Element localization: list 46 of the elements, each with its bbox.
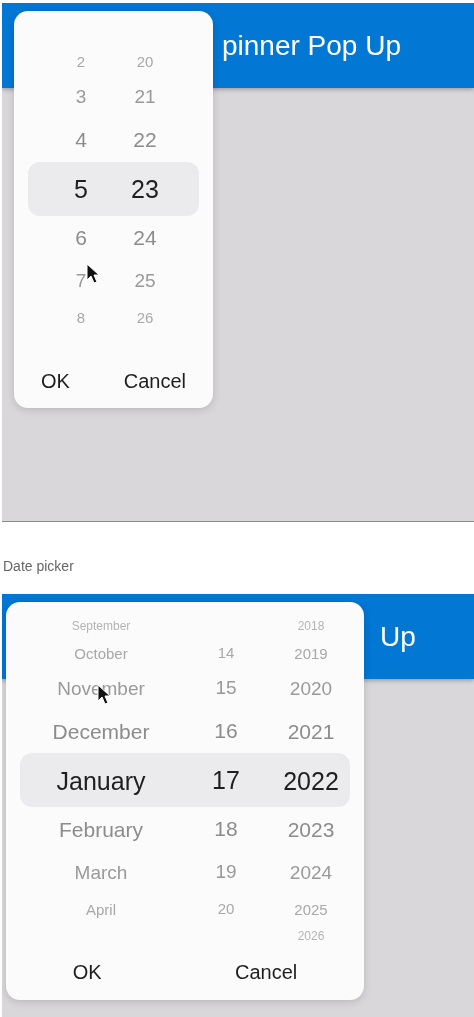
app-title: pinner Pop Up bbox=[222, 29, 401, 62]
wheel-item[interactable]: March bbox=[74, 862, 128, 884]
wheel-item[interactable]: 2026 bbox=[297, 929, 325, 943]
wheel-item[interactable]: 2018 bbox=[297, 619, 325, 633]
wheel-item[interactable]: 8 bbox=[76, 308, 86, 326]
wheel-item[interactable]: 2024 bbox=[289, 862, 333, 884]
wheel-item[interactable]: 16 bbox=[214, 719, 238, 743]
wheel-item[interactable]: 17 bbox=[212, 765, 240, 795]
wheel-item[interactable]: 26 bbox=[136, 308, 154, 326]
wheel-item[interactable]: 7 bbox=[75, 270, 87, 292]
wheel-item[interactable]: 19 bbox=[215, 861, 237, 883]
wheel-item[interactable]: 2019 bbox=[294, 644, 328, 662]
wheel-item[interactable]: 6 bbox=[75, 226, 87, 250]
mouse-pointer-icon bbox=[86, 263, 100, 285]
wheel-item[interactable]: October bbox=[74, 644, 128, 662]
wheel-item[interactable]: 21 bbox=[134, 86, 156, 108]
caption-text: Date picker bbox=[2, 557, 75, 576]
dialog-button[interactable]: OK bbox=[62, 955, 112, 990]
wheel-item[interactable]: 25 bbox=[134, 270, 156, 292]
wheel-item[interactable]: 2021 bbox=[287, 720, 335, 744]
wheel-item[interactable]: 2020 bbox=[289, 678, 333, 700]
dialog-button[interactable]: Cancel bbox=[113, 363, 197, 399]
wheel-item[interactable]: 24 bbox=[133, 226, 157, 250]
wheel-item[interactable]: February bbox=[59, 818, 143, 842]
wheel-item[interactable]: 18 bbox=[214, 817, 238, 841]
wheel-item[interactable]: 14 bbox=[217, 643, 235, 661]
wheel-item[interactable]: 2023 bbox=[287, 818, 335, 842]
app-title: Up bbox=[380, 620, 416, 653]
wheel-item[interactable]: April bbox=[86, 900, 116, 918]
wheel-item[interactable]: December bbox=[52, 720, 150, 744]
wheel-item[interactable]: 5 bbox=[74, 174, 88, 204]
wheel-item[interactable]: 3 bbox=[75, 86, 87, 108]
wheel-item[interactable]: 2025 bbox=[294, 900, 328, 918]
wheel-item[interactable]: 22 bbox=[133, 128, 157, 152]
wheel-item[interactable]: 23 bbox=[131, 174, 159, 204]
wheel-item[interactable]: 20 bbox=[217, 899, 235, 917]
wheel-item[interactable]: September bbox=[71, 619, 131, 633]
wheel-item[interactable]: 20 bbox=[136, 52, 154, 70]
wheel-item[interactable]: 15 bbox=[215, 677, 237, 699]
wheel-item[interactable]: January bbox=[56, 766, 146, 796]
wheel-item[interactable]: 2 bbox=[76, 52, 86, 70]
wheel-item[interactable]: 4 bbox=[75, 128, 87, 152]
dialog-button[interactable]: Cancel bbox=[225, 955, 308, 990]
wheel-item[interactable]: November bbox=[57, 678, 145, 700]
dialog-button[interactable]: OK bbox=[30, 363, 80, 399]
wheel-item[interactable]: 2022 bbox=[283, 766, 339, 796]
